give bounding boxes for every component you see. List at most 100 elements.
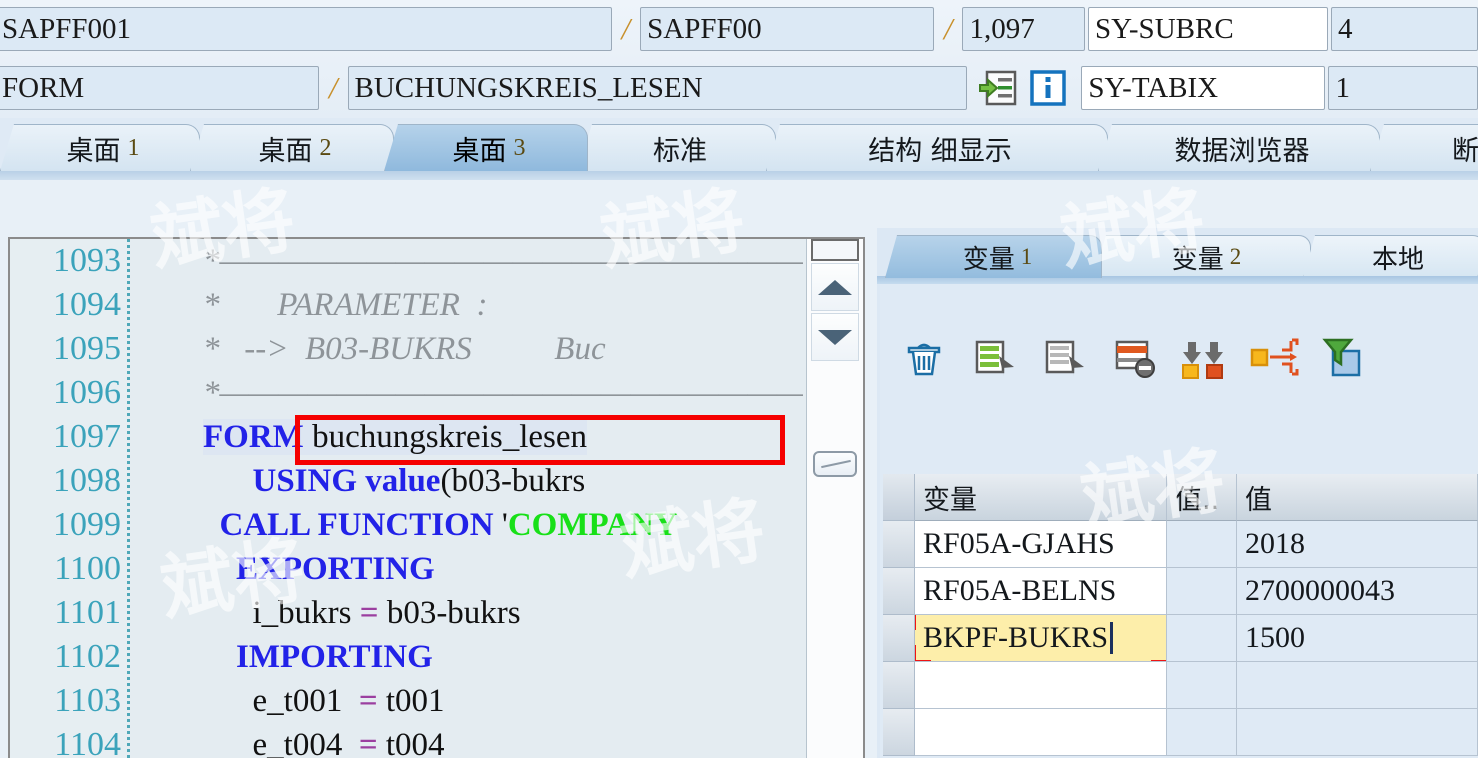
code-token: USING value bbox=[252, 463, 441, 499]
variable-value-cell[interactable]: 2700000043 bbox=[1237, 568, 1478, 615]
variable-name-cell[interactable]: RF05A-BELNS bbox=[915, 568, 1167, 615]
line-number-gutter: 1093 1094 1095 1096 1097 1098 1099 1100 1101 1102… bbox=[10, 239, 130, 758]
variable-value-cell[interactable]: 1500 bbox=[1237, 615, 1478, 662]
code-vertical-scrollbar[interactable] bbox=[806, 239, 863, 758]
program-field[interactable]: SAPFF001 bbox=[0, 7, 612, 51]
row-selector[interactable] bbox=[883, 521, 915, 568]
value-type-cell[interactable] bbox=[1167, 568, 1237, 615]
remove-row-icon[interactable] bbox=[1108, 333, 1160, 381]
main-tab-label: 断点/监控点 bbox=[1451, 135, 1478, 167]
row-selector[interactable] bbox=[883, 568, 915, 615]
column-header[interactable]: 变量 bbox=[915, 474, 1167, 521]
variable-value-cell[interactable]: 2018 bbox=[1237, 521, 1478, 568]
main-tab-6[interactable]: 数据浏览器 bbox=[1098, 124, 1380, 171]
line-number: 1097 bbox=[53, 418, 121, 455]
code-token: EXPORTING bbox=[236, 551, 435, 587]
value-type-cell[interactable] bbox=[1167, 662, 1237, 709]
delete-icon[interactable] bbox=[898, 333, 950, 381]
code-token: IMPORTING bbox=[236, 639, 433, 675]
source-code-panel: 1093 1094 1095 1096 1097 1098 1099 1100 1101 1102… bbox=[8, 237, 865, 758]
code-token: = bbox=[359, 595, 379, 631]
filter-icon[interactable] bbox=[1318, 333, 1370, 381]
variables-tab-1[interactable]: 变量 1 bbox=[885, 235, 1102, 278]
code-line[interactable]: * --> B03-BUKRS Buc bbox=[133, 327, 803, 371]
goto-statement-icon[interactable] bbox=[977, 67, 1019, 109]
code-token: CALL FUNCTION bbox=[219, 507, 502, 543]
variable-value-cell[interactable] bbox=[1237, 709, 1478, 756]
code-token: e_t001 bbox=[203, 683, 359, 719]
sy-subrc-value[interactable]: 4 bbox=[1330, 7, 1478, 51]
download-pair-icon[interactable] bbox=[1178, 333, 1230, 381]
table-row[interactable]: RF05A-BELNS 2700000043 bbox=[883, 568, 1478, 615]
main-tab-3[interactable]: 桌面 3 bbox=[384, 124, 588, 171]
table-row[interactable]: RF05A-GJAHS 2018 bbox=[883, 521, 1478, 568]
variables-panel: 变量1变量2本地全 bbox=[877, 228, 1478, 758]
expand-arrows-icon[interactable] bbox=[1248, 333, 1300, 381]
variable-name-cell[interactable]: BKPF-BUKRS bbox=[915, 615, 1167, 662]
code-line[interactable]: * PARAMETER : bbox=[133, 283, 803, 327]
value-type-cell[interactable] bbox=[1167, 521, 1237, 568]
main-tab-number: 2 bbox=[319, 134, 332, 161]
main-tab-7[interactable]: 断点/监控点 bbox=[1370, 124, 1478, 171]
table-row[interactable] bbox=[883, 662, 1478, 709]
code-text-area[interactable]: *———————————————————————————— * PARAMETER… bbox=[133, 239, 803, 758]
column-header[interactable]: 值 bbox=[1237, 474, 1478, 521]
variables-tab-2[interactable]: 变量 2 bbox=[1094, 235, 1311, 278]
row-selector[interactable] bbox=[883, 662, 915, 709]
variables-tab-list: 变量1变量2本地全 bbox=[885, 234, 1478, 278]
main-tab-2[interactable]: 桌面 2 bbox=[190, 124, 394, 171]
table-row[interactable]: BKPF-BUKRS 1500 bbox=[883, 615, 1478, 662]
line-number: 1102 bbox=[54, 638, 121, 675]
code-line[interactable]: IMPORTING bbox=[133, 635, 803, 679]
table-row[interactable] bbox=[883, 709, 1478, 756]
code-line[interactable]: CALL FUNCTION 'COMPANY bbox=[133, 503, 803, 547]
variable-name-cell[interactable]: RF05A-GJAHS bbox=[915, 521, 1167, 568]
main-tab-5[interactable]: 结构 细显示 bbox=[766, 124, 1108, 171]
variable-name-cell[interactable] bbox=[915, 709, 1167, 756]
row-selector[interactable] bbox=[883, 709, 915, 756]
code-line[interactable]: USING value(b03-bukrs bbox=[133, 459, 803, 503]
variables-tabstrip: 变量1变量2本地全 bbox=[877, 228, 1478, 284]
variable-value-cell[interactable] bbox=[1237, 662, 1478, 709]
variables-tab-3[interactable]: 本地 bbox=[1303, 235, 1478, 278]
sy-tabix-value[interactable]: 1 bbox=[1328, 66, 1478, 110]
main-tab-4[interactable]: 标准 bbox=[578, 124, 776, 171]
include-field[interactable]: SAPFF00 bbox=[640, 7, 934, 51]
code-line[interactable]: i_bukrs = b03-bukrs bbox=[133, 591, 803, 635]
variables-toolbar bbox=[880, 326, 1478, 388]
value-type-cell[interactable] bbox=[1167, 709, 1237, 756]
event-name-field[interactable]: BUCHUNGSKREIS_LESEN bbox=[347, 66, 968, 110]
code-line[interactable]: e_t004 = t004 bbox=[133, 723, 803, 758]
code-line[interactable]: FORM buchungskreis_lesen bbox=[133, 415, 803, 459]
value-type-cell[interactable] bbox=[1167, 615, 1237, 662]
code-token: *———————————————————————————— bbox=[203, 243, 803, 279]
code-token: * PARAMETER : bbox=[203, 287, 488, 323]
variables-tab-number: 1 bbox=[1020, 244, 1033, 269]
code-line[interactable]: *———————————————————————————— bbox=[133, 239, 803, 283]
main-tab-number: 1 bbox=[127, 134, 140, 161]
scrollbar-thumb[interactable] bbox=[813, 451, 857, 477]
chevron-up-icon bbox=[818, 279, 852, 295]
code-line[interactable]: EXPORTING bbox=[133, 547, 803, 591]
code-line[interactable]: e_t001 = t001 bbox=[133, 679, 803, 723]
row-selector[interactable] bbox=[883, 615, 915, 662]
main-tab-1[interactable]: 桌面 1 bbox=[0, 124, 200, 171]
insert-row-green-icon[interactable] bbox=[968, 333, 1020, 381]
main-tab-label: 桌面 bbox=[66, 135, 121, 167]
event-type-field[interactable]: FORM bbox=[0, 66, 319, 110]
variable-name-cell[interactable] bbox=[915, 662, 1167, 709]
sy-subrc-label: SY-SUBRC bbox=[1088, 7, 1328, 51]
scroll-up-button[interactable] bbox=[811, 263, 859, 311]
insert-row-gray-icon[interactable] bbox=[1038, 333, 1090, 381]
table-header-row: 变量 值.. 值 bbox=[883, 474, 1478, 521]
sy-tabix-label: SY-TABIX bbox=[1081, 66, 1326, 110]
chevron-down-icon bbox=[818, 329, 852, 345]
code-token: = bbox=[358, 727, 378, 758]
info-icon[interactable] bbox=[1027, 67, 1069, 109]
line-number-field[interactable]: 1,097 bbox=[962, 7, 1086, 51]
column-header[interactable]: 值.. bbox=[1167, 474, 1237, 521]
scroll-down-button[interactable] bbox=[811, 313, 859, 361]
code-line[interactable]: *———————————————————————————— bbox=[133, 371, 803, 415]
